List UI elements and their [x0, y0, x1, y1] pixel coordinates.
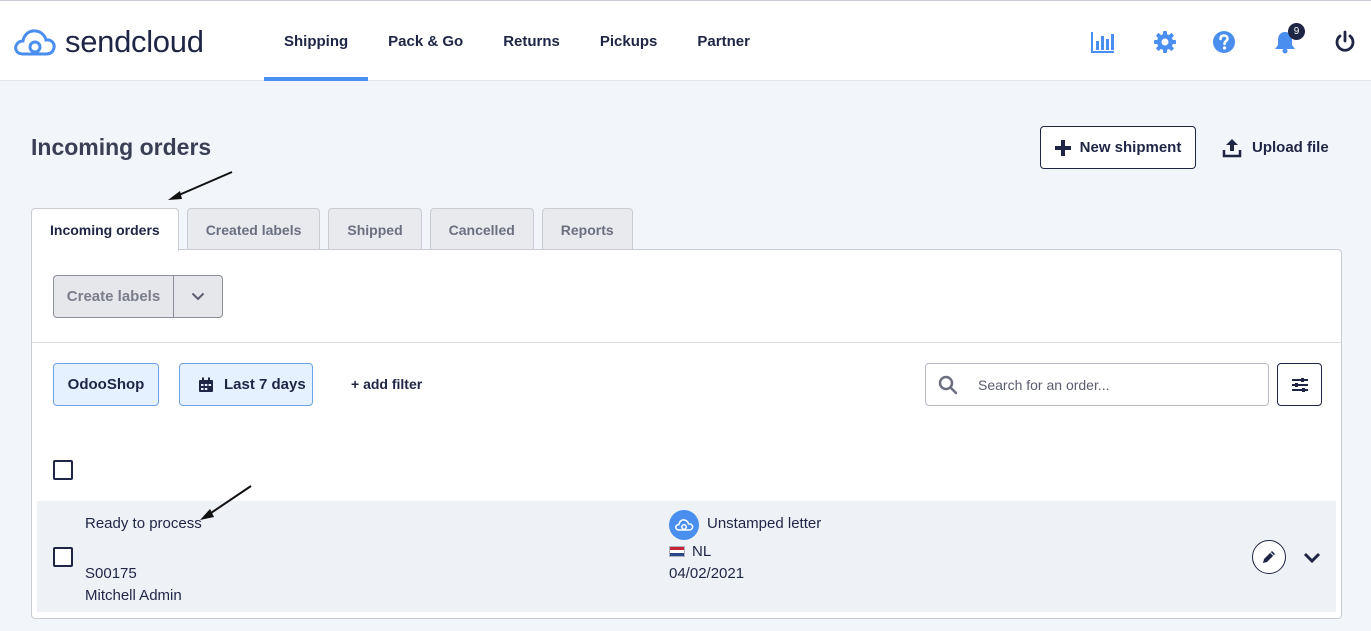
date-filter-chip[interactable]: Last 7 days [179, 363, 313, 406]
annotation-arrow [200, 485, 252, 520]
search-icon [938, 375, 958, 394]
create-labels-dropdown[interactable] [174, 276, 222, 317]
order-search [925, 363, 1269, 406]
create-labels-button[interactable]: Create labels [54, 276, 174, 317]
netherlands-flag-icon [669, 546, 685, 557]
order-status: Ready to process [85, 515, 202, 532]
upload-file-button[interactable]: Upload file [1222, 126, 1332, 169]
notifications-bell[interactable]: 9 [1272, 23, 1305, 55]
nav-pickups[interactable]: Pickups [580, 1, 678, 81]
filter-settings-button[interactable] [1277, 363, 1322, 406]
tab-incoming-orders[interactable]: Incoming orders [31, 208, 179, 251]
chevron-down-icon [1303, 552, 1321, 563]
cloud-logo-icon [14, 29, 56, 56]
shop-filter-chip[interactable]: OdooShop [53, 363, 159, 406]
nav-pack-and-go[interactable]: Pack & Go [368, 1, 483, 81]
power-icon[interactable] [1332, 29, 1358, 55]
analytics-icon[interactable] [1090, 29, 1116, 55]
tab-cancelled[interactable]: Cancelled [429, 208, 534, 250]
top-navigation-bar: sendcloud Shipping Pack & Go Returns Pic… [0, 0, 1371, 81]
nav-partner[interactable]: Partner [677, 1, 770, 81]
order-customer: Mitchell Admin [85, 587, 182, 604]
new-shipment-label: New shipment [1079, 139, 1182, 156]
orders-panel: Create labels OdooShop Last 7 days + add… [31, 249, 1342, 619]
order-row-checkbox[interactable] [53, 547, 73, 567]
tab-created-labels[interactable]: Created labels [186, 208, 321, 250]
pencil-icon [1263, 551, 1275, 563]
brand-name: sendcloud [65, 24, 204, 59]
notification-count-badge: 9 [1288, 23, 1305, 40]
plus-icon [1054, 139, 1071, 156]
select-all-checkbox[interactable] [53, 460, 73, 480]
create-labels-split-button: Create labels [53, 275, 223, 318]
settings-gear-icon[interactable] [1152, 29, 1178, 55]
new-shipment-button[interactable]: New shipment [1040, 126, 1196, 169]
calendar-icon [199, 377, 213, 392]
nav-returns[interactable]: Returns [483, 1, 580, 81]
sendcloud-logo[interactable]: sendcloud [13, 25, 204, 59]
upload-icon [1222, 138, 1242, 157]
order-date: 04/02/2021 [669, 565, 745, 582]
shipping-method: Unstamped letter [707, 515, 822, 532]
page-title: Incoming orders [31, 134, 212, 160]
destination-country: NL [692, 543, 712, 560]
help-icon[interactable] [1211, 29, 1237, 55]
annotation-arrow [168, 171, 233, 200]
carrier-cloud-icon [669, 510, 699, 540]
date-filter-label: Last 7 days [224, 376, 306, 393]
edit-order-button[interactable] [1252, 540, 1286, 574]
order-number: S00175 [85, 565, 137, 582]
tab-reports[interactable]: Reports [541, 208, 633, 250]
panel-divider [32, 342, 1341, 343]
tab-shipped[interactable]: Shipped [328, 208, 422, 250]
sliders-icon [1291, 377, 1308, 392]
cloud-icon [675, 519, 694, 531]
chevron-down-icon [191, 292, 205, 301]
search-input[interactable] [978, 376, 1258, 393]
upload-file-label: Upload file [1252, 139, 1329, 156]
main-nav: Shipping Pack & Go Returns Pickups Partn… [264, 1, 770, 81]
order-tabs: Incoming orders Created labels Shipped C… [31, 208, 633, 251]
nav-shipping[interactable]: Shipping [264, 1, 369, 81]
expand-row-button[interactable] [1301, 546, 1323, 568]
add-filter-link[interactable]: + add filter [351, 376, 422, 392]
